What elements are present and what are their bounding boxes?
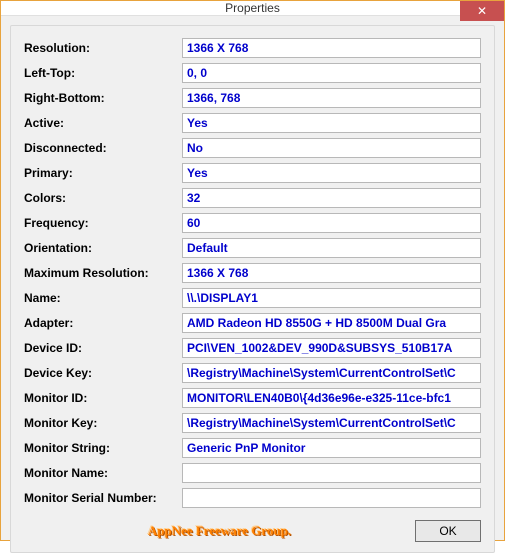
property-value[interactable] xyxy=(182,113,481,133)
window-title: Properties xyxy=(1,1,504,15)
property-row: Left-Top: xyxy=(24,62,481,83)
property-value[interactable] xyxy=(182,438,481,458)
ok-button[interactable]: OK xyxy=(415,520,481,542)
property-label: Resolution: xyxy=(24,41,182,55)
property-label: Active: xyxy=(24,116,182,130)
property-row: Monitor ID: xyxy=(24,387,481,408)
property-value[interactable] xyxy=(182,488,481,508)
property-row: Frequency: xyxy=(24,212,481,233)
property-row: Monitor Serial Number: xyxy=(24,487,481,508)
property-row: Right-Bottom: xyxy=(24,87,481,108)
content-panel: Resolution: Left-Top: Right-Bottom: Active:… xyxy=(10,25,495,553)
property-row: Active: xyxy=(24,112,481,133)
property-value[interactable] xyxy=(182,188,481,208)
property-label: Left-Top: xyxy=(24,66,182,80)
property-label: Orientation: xyxy=(24,241,182,255)
property-label: Maximum Resolution: xyxy=(24,266,182,280)
property-label: Frequency: xyxy=(24,216,182,230)
properties-window: Properties ✕ Resolution: Left-Top: Right-B… xyxy=(0,0,505,541)
property-label: Monitor ID: xyxy=(24,391,182,405)
property-value[interactable] xyxy=(182,213,481,233)
property-label: Disconnected: xyxy=(24,141,182,155)
property-row: Colors: xyxy=(24,187,481,208)
property-value[interactable] xyxy=(182,238,481,258)
property-value[interactable] xyxy=(182,413,481,433)
property-label: Name: xyxy=(24,291,182,305)
property-value[interactable] xyxy=(182,313,481,333)
property-row: Monitor String: xyxy=(24,437,481,458)
property-row: Disconnected: xyxy=(24,137,481,158)
property-row: Monitor Key: xyxy=(24,412,481,433)
property-label: Adapter: xyxy=(24,316,182,330)
property-label: Monitor String: xyxy=(24,441,182,455)
property-row: Monitor Name: xyxy=(24,462,481,483)
property-label: Colors: xyxy=(24,191,182,205)
property-value[interactable] xyxy=(182,63,481,83)
property-row: Orientation: xyxy=(24,237,481,258)
property-value[interactable] xyxy=(182,463,481,483)
property-label: Monitor Serial Number: xyxy=(24,491,182,505)
footer: AppNee Freeware Group. OK xyxy=(24,518,481,544)
property-row: Primary: xyxy=(24,162,481,183)
property-value[interactable] xyxy=(182,288,481,308)
property-row: Resolution: xyxy=(24,37,481,58)
property-row: Name: xyxy=(24,287,481,308)
property-value[interactable] xyxy=(182,363,481,383)
property-row: Adapter: xyxy=(24,312,481,333)
property-label: Device Key: xyxy=(24,366,182,380)
property-list: Resolution: Left-Top: Right-Bottom: Active:… xyxy=(24,37,481,512)
property-value[interactable] xyxy=(182,38,481,58)
property-row: Device Key: xyxy=(24,362,481,383)
titlebar: Properties ✕ xyxy=(1,1,504,16)
property-value[interactable] xyxy=(182,138,481,158)
property-value[interactable] xyxy=(182,88,481,108)
property-value[interactable] xyxy=(182,388,481,408)
close-button[interactable]: ✕ xyxy=(460,1,504,21)
property-row: Device ID: xyxy=(24,337,481,358)
property-value[interactable] xyxy=(182,263,481,283)
credit-text: AppNee Freeware Group. xyxy=(24,523,415,539)
property-value[interactable] xyxy=(182,163,481,183)
property-label: Device ID: xyxy=(24,341,182,355)
property-label: Primary: xyxy=(24,166,182,180)
close-icon: ✕ xyxy=(477,4,487,18)
property-label: Monitor Name: xyxy=(24,466,182,480)
property-label: Monitor Key: xyxy=(24,416,182,430)
property-row: Maximum Resolution: xyxy=(24,262,481,283)
property-label: Right-Bottom: xyxy=(24,91,182,105)
property-value[interactable] xyxy=(182,338,481,358)
